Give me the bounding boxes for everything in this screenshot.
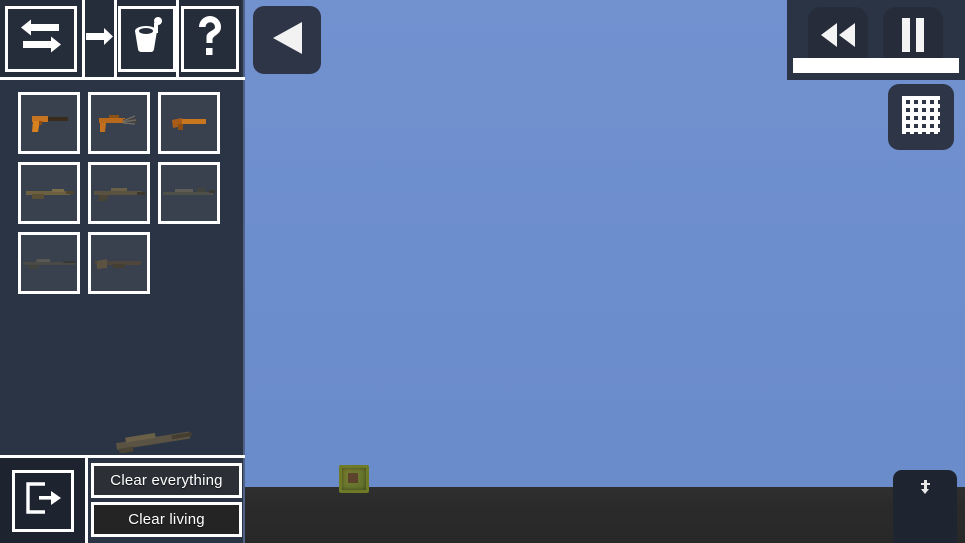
tool-swap[interactable]: [0, 0, 85, 77]
weapon-slot-sawed-off-shotgun[interactable]: [158, 92, 220, 154]
time-progress-bar[interactable]: [793, 58, 959, 73]
weapon-slot-assault-rifle[interactable]: [18, 162, 80, 224]
exit-button[interactable]: [11, 469, 74, 532]
tool-toolbar: [0, 0, 245, 80]
sidebar-bottom-bar: Clear everything Clear living: [0, 455, 245, 543]
anchor-icon: [918, 479, 932, 500]
left-sidebar: Clear everything Clear living: [0, 0, 245, 543]
anchor-button[interactable]: [893, 470, 957, 543]
tool-place[interactable]: [85, 0, 117, 77]
question-mark-icon: [195, 15, 225, 62]
ground-plane: [245, 487, 965, 543]
weapon-slot-submachine-gun[interactable]: [88, 92, 150, 154]
clear-everything-button[interactable]: Clear everything: [91, 463, 242, 498]
clear-buttons-group: Clear everything Clear living: [88, 458, 245, 543]
time-progress-fill: [793, 58, 959, 73]
game-screen: Clear everything Clear living: [0, 0, 965, 543]
held-weapon-preview: [0, 425, 245, 455]
weapon-slot-shotgun[interactable]: [88, 232, 150, 294]
exit-cell: [0, 458, 88, 543]
weapon-slot-sniper-rifle[interactable]: [18, 232, 80, 294]
rewind-icon: [819, 22, 857, 53]
clear-living-button[interactable]: Clear living: [91, 502, 242, 537]
weapon-slot-pistol[interactable]: [18, 92, 80, 154]
pause-icon: [900, 17, 926, 57]
swap-arrows-icon: [18, 16, 64, 61]
back-button[interactable]: [253, 6, 321, 74]
grid-icon: [900, 94, 942, 141]
arrow-right-icon: [85, 23, 114, 54]
game-world-viewport[interactable]: [245, 0, 965, 543]
exit-icon: [23, 479, 63, 522]
triangle-left-icon: [270, 20, 304, 61]
weapon-slot-battle-rifle[interactable]: [88, 162, 150, 224]
grid-toggle-button[interactable]: [888, 84, 954, 150]
weapon-slot-marksman-rifle[interactable]: [158, 162, 220, 224]
crate-object[interactable]: [339, 465, 369, 493]
tool-help[interactable]: [179, 0, 241, 77]
weapon-inventory-grid: [18, 92, 228, 302]
paint-bucket-icon: [129, 17, 165, 60]
tool-paint[interactable]: [117, 0, 179, 77]
